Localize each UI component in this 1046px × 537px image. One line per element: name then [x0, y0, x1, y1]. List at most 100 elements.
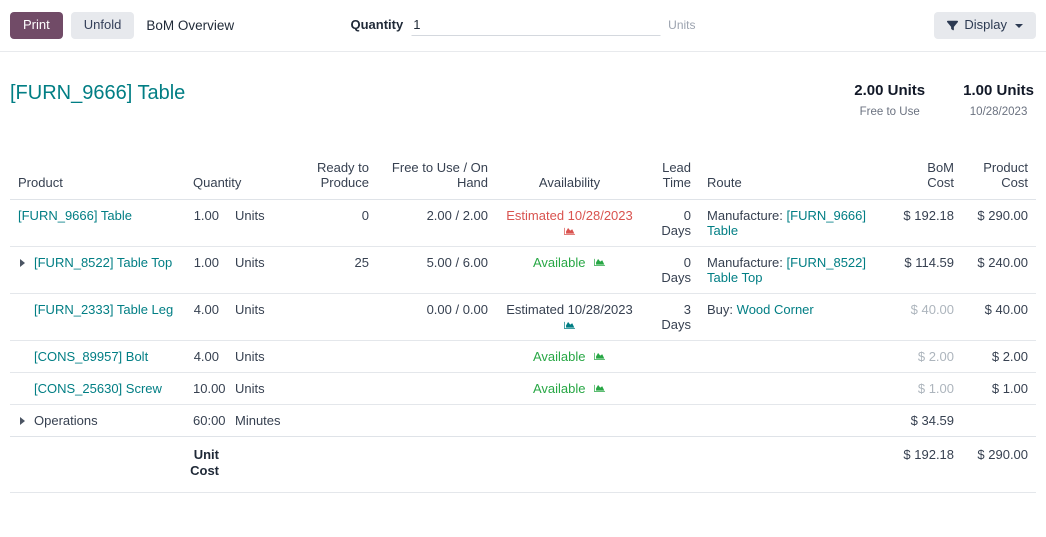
product-cost-cell: $ 240.00 [962, 247, 1036, 294]
summary-stats: 2.00 Units Free to Use 1.00 Units 10/28/… [854, 82, 1036, 118]
free-to-use-cell: 2.00 / 2.00 [377, 200, 496, 247]
route-type: Manufacture: [707, 208, 783, 223]
availability-cell: Available [533, 381, 606, 396]
total-bom-cost-cell: $ 192.18 [892, 437, 962, 493]
unit-cell: Units [227, 373, 303, 405]
col-header-product: Product [10, 152, 185, 200]
quantity-cell: 60:00 [185, 405, 227, 437]
area-chart-icon [593, 257, 606, 268]
table-row-furn-9666: [FURN_9666] Table 1.00 Units 0 2.00 / 2.… [10, 200, 1036, 247]
display-button-label: Display [964, 18, 1007, 33]
table-row-operations: Operations 60:00 Minutes $ 34.59 [10, 405, 1036, 437]
availability-cell: Estimated 10/28/2023 [504, 302, 635, 331]
route-link[interactable]: Wood Corner [737, 302, 814, 317]
col-header-lead-time: Lead Time [643, 152, 699, 200]
stat-label: 10/28/2023 [963, 106, 1034, 118]
toolbar: Print Unfold BoM Overview Quantity Units… [0, 0, 1046, 52]
product-cell: [FURN_2333] Table Leg [18, 302, 177, 317]
operations-label: Operations [34, 413, 98, 428]
table-row-cons-89957: [CONS_89957] Bolt 4.00 Units Available $… [10, 341, 1036, 373]
product-link[interactable]: [FURN_2333] Table Leg [34, 302, 173, 317]
lead-time-cell: 0 Days [643, 247, 699, 294]
quantity-group: Quantity Units [351, 15, 696, 36]
bom-cost-cell: $ 114.59 [892, 247, 962, 294]
filter-icon [947, 20, 958, 31]
unfold-button[interactable]: Unfold [71, 12, 135, 39]
availability-text: Available [533, 255, 586, 270]
report-content: [FURN_9666] Table 2.00 Units Free to Use… [0, 82, 1046, 493]
display-dropdown-button[interactable]: Display [934, 12, 1036, 39]
bom-cost-cell: $ 192.18 [892, 200, 962, 247]
col-header-ready-to-produce: Ready to Produce [303, 152, 377, 200]
col-header-bom-cost: BoM Cost [892, 152, 962, 200]
col-header-quantity: Quantity [185, 152, 303, 200]
unit-cell: Units [227, 247, 303, 294]
table-row-furn-2333: [FURN_2333] Table Leg 4.00 Units 0.00 / … [10, 294, 1036, 341]
ready-to-produce-cell: 25 [303, 247, 377, 294]
unit-cell: Units [227, 341, 303, 373]
print-button[interactable]: Print [10, 12, 63, 39]
quantity-cell: 10.00 [185, 373, 227, 405]
stat-label: Free to Use [854, 106, 925, 118]
quantity-uom-label: Units [668, 18, 695, 32]
free-to-use-cell: 5.00 / 6.00 [377, 247, 496, 294]
quantity-cell: 4.00 [185, 294, 227, 341]
stat-value: 1.00 Units [963, 82, 1034, 99]
unit-cell: Minutes [227, 405, 303, 437]
availability-text: Available [533, 349, 586, 364]
total-product-cost-cell: $ 290.00 [962, 437, 1036, 493]
ready-to-produce-cell [303, 294, 377, 341]
table-footer-row: Unit Cost $ 192.18 $ 290.00 [10, 437, 1036, 493]
product-cost-cell: $ 2.00 [962, 341, 1036, 373]
quantity-label: Quantity [351, 17, 404, 32]
product-cell: [CONS_89957] Bolt [18, 349, 177, 364]
area-chart-icon [593, 351, 606, 362]
area-chart-icon [563, 320, 576, 331]
product-cell: [FURN_8522] Table Top [18, 255, 177, 270]
route-type: Manufacture: [707, 255, 783, 270]
product-link[interactable]: [CONS_89957] Bolt [34, 349, 148, 364]
stat-free-to-use: 2.00 Units Free to Use [854, 82, 925, 118]
product-cell: Operations [18, 413, 177, 428]
lead-time-cell: 0 Days [643, 200, 699, 247]
availability-text: Estimated 10/28/2023 [506, 302, 632, 317]
caret-right-icon[interactable] [20, 259, 25, 267]
free-to-use-cell: 0.00 / 0.00 [377, 294, 496, 341]
product-cell: [CONS_25630] Screw [18, 381, 177, 396]
availability-text: Available [533, 381, 586, 396]
product-link[interactable]: [FURN_9666] Table [18, 208, 132, 223]
summary-header: [FURN_9666] Table 2.00 Units Free to Use… [10, 82, 1036, 118]
bom-cost-cell: $ 40.00 [892, 294, 962, 341]
quantity-input[interactable] [411, 15, 660, 36]
product-link[interactable]: [CONS_25630] Screw [34, 381, 162, 396]
availability-cell: Available [533, 255, 606, 270]
product-link[interactable]: [FURN_8522] Table Top [34, 255, 172, 270]
availability-cell: Estimated 10/28/2023 [504, 208, 635, 237]
unit-cell: Units [227, 200, 303, 247]
ready-to-produce-cell: 0 [303, 200, 377, 247]
stat-expected-date: 1.00 Units 10/28/2023 [963, 82, 1034, 118]
product-cost-cell: $ 40.00 [962, 294, 1036, 341]
bom-cost-cell: $ 2.00 [892, 341, 962, 373]
stat-value: 2.00 Units [854, 82, 925, 99]
area-chart-icon [563, 226, 576, 237]
route-type: Buy: [707, 302, 733, 317]
quantity-cell: 4.00 [185, 341, 227, 373]
col-header-availability: Availability [496, 152, 643, 200]
area-chart-icon [593, 383, 606, 394]
col-header-route: Route [699, 152, 892, 200]
col-header-product-cost: Product Cost [962, 152, 1036, 200]
quantity-cell: 1.00 [185, 247, 227, 294]
bom-cost-cell: $ 34.59 [892, 405, 962, 437]
caret-right-icon[interactable] [20, 417, 25, 425]
product-cost-cell: $ 290.00 [962, 200, 1036, 247]
table-row-cons-25630: [CONS_25630] Screw 10.00 Units Available… [10, 373, 1036, 405]
page-breadcrumb-title: BoM Overview [146, 18, 234, 33]
unit-cell: Units [227, 294, 303, 341]
col-header-free-to-use: Free to Use / On Hand [377, 152, 496, 200]
availability-cell: Available [533, 349, 606, 364]
quantity-cell: 1.00 [185, 200, 227, 247]
bom-cost-cell: $ 1.00 [892, 373, 962, 405]
page-title: [FURN_9666] Table [10, 82, 185, 105]
product-cell: [FURN_9666] Table [18, 208, 177, 223]
